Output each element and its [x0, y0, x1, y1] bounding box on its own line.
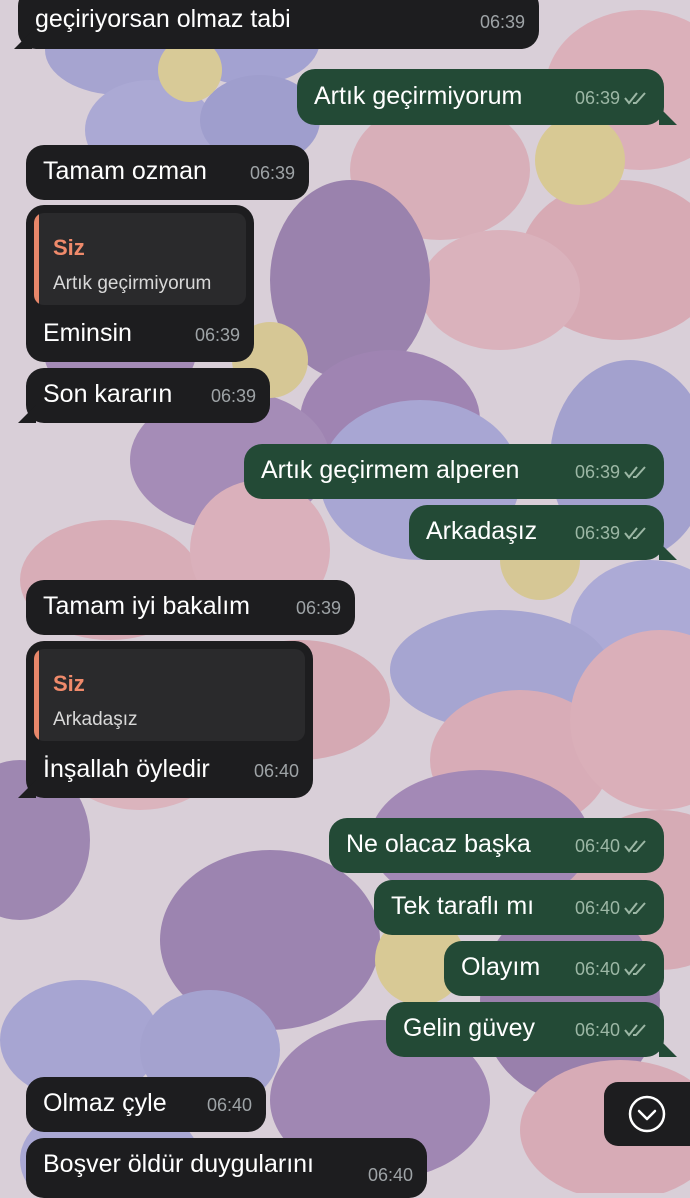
message-time: 06:39 [210, 386, 256, 406]
message-text: İnşallah öyledir [43, 755, 210, 783]
message-text: Boşver öldür duygularını [43, 1150, 314, 1178]
message-text: Gelin güvey [403, 1014, 536, 1042]
message-text: Son kararın [43, 380, 173, 408]
message-bubble-incoming-reply[interactable]: Siz Arkadaşız İnşallah öyledir 06:40 [26, 641, 313, 798]
double-check-icon [624, 902, 646, 915]
message-bubble-outgoing[interactable]: Gelin güvey 06:40 [386, 1002, 664, 1057]
message-time: 06:40 [574, 1020, 620, 1040]
message-time: 06:40 [574, 836, 620, 856]
message-time: 06:39 [249, 163, 295, 183]
message-text: Artık geçirmem alperen [261, 456, 520, 484]
message-meta: 06:40 [575, 893, 650, 923]
message-bubble-incoming[interactable]: Tamam iyi bakalım 06:39 [26, 580, 355, 635]
message-time: 06:40 [574, 959, 620, 979]
message-text: Tamam ozman [43, 157, 207, 185]
message-bubble-incoming[interactable]: Olmaz çyle 06:40 [26, 1077, 266, 1132]
message-text: geçiriyorsan olmaz tabi [35, 5, 291, 33]
message-text: Olmaz çyle [43, 1089, 167, 1117]
message-text: Eminsin [43, 319, 132, 347]
message-bubble-outgoing[interactable]: Olayım 06:40 [444, 941, 664, 996]
message-text: Tek taraflı mı [391, 892, 535, 920]
message-text: Ne olacaz başka [346, 830, 531, 858]
chevron-down-circle-icon [628, 1095, 666, 1133]
double-check-icon [624, 963, 646, 976]
message-bubble-outgoing[interactable]: Artık geçirmiyorum 06:39 [297, 69, 664, 125]
message-time: 06:40 [206, 1095, 252, 1115]
message-time: 06:39 [574, 462, 620, 482]
message-time: 06:39 [574, 88, 620, 108]
message-bubble-outgoing[interactable]: Ne olacaz başka 06:40 [329, 818, 664, 873]
message-meta: 06:40 [575, 954, 650, 984]
double-check-icon [624, 466, 646, 479]
message-bubble-incoming-reply[interactable]: Siz Artık geçirmiyorum Eminsin 06:39 [26, 205, 254, 362]
message-text: Artık geçirmiyorum [314, 82, 523, 110]
message-meta: 06:40 [575, 831, 650, 861]
message-meta: 06:40 [575, 1015, 650, 1045]
message-text: Arkadaşız [426, 517, 538, 545]
double-check-icon [624, 92, 646, 105]
message-bubble-incoming[interactable]: Son kararın 06:39 [26, 368, 270, 423]
message-bubble-outgoing[interactable]: Artık geçirmem alperen 06:39 [244, 444, 664, 499]
message-time: 06:40 [253, 761, 299, 781]
message-time: 06:39 [479, 12, 525, 32]
message-time: 06:40 [367, 1165, 413, 1185]
message-bubble-incoming[interactable]: Tamam ozman 06:39 [26, 145, 309, 200]
reply-accent-bar [34, 649, 39, 741]
reply-sender: Siz [53, 235, 85, 260]
reply-preview[interactable]: Siz Artık geçirmiyorum [34, 213, 246, 305]
scroll-to-bottom-button[interactable] [604, 1082, 690, 1146]
message-time: 06:39 [574, 523, 620, 543]
message-time: 06:39 [295, 598, 341, 618]
reply-sender: Siz [53, 671, 85, 696]
message-meta: 06:39 [575, 457, 650, 487]
message-meta: 06:39 [575, 83, 650, 113]
double-check-icon [624, 527, 646, 540]
double-check-icon [624, 1024, 646, 1037]
reply-preview[interactable]: Siz Arkadaşız [34, 649, 305, 741]
message-bubble-incoming[interactable]: Boşver öldür duygularını 06:40 [26, 1138, 427, 1198]
message-bubble-incoming[interactable]: geçiriyorsan olmaz tabi 06:39 [18, 0, 539, 49]
reply-accent-bar [34, 213, 39, 305]
message-meta: 06:39 [575, 518, 650, 548]
message-text: Olayım [461, 953, 541, 981]
double-check-icon [624, 840, 646, 853]
message-bubble-outgoing[interactable]: Arkadaşız 06:39 [409, 505, 664, 560]
reply-text: Arkadaşız [53, 709, 138, 730]
reply-text: Artık geçirmiyorum [53, 273, 212, 294]
message-time: 06:40 [574, 898, 620, 918]
message-text: Tamam iyi bakalım [43, 592, 250, 620]
message-bubble-outgoing[interactable]: Tek taraflı mı 06:40 [374, 880, 664, 935]
message-time: 06:39 [194, 325, 240, 345]
